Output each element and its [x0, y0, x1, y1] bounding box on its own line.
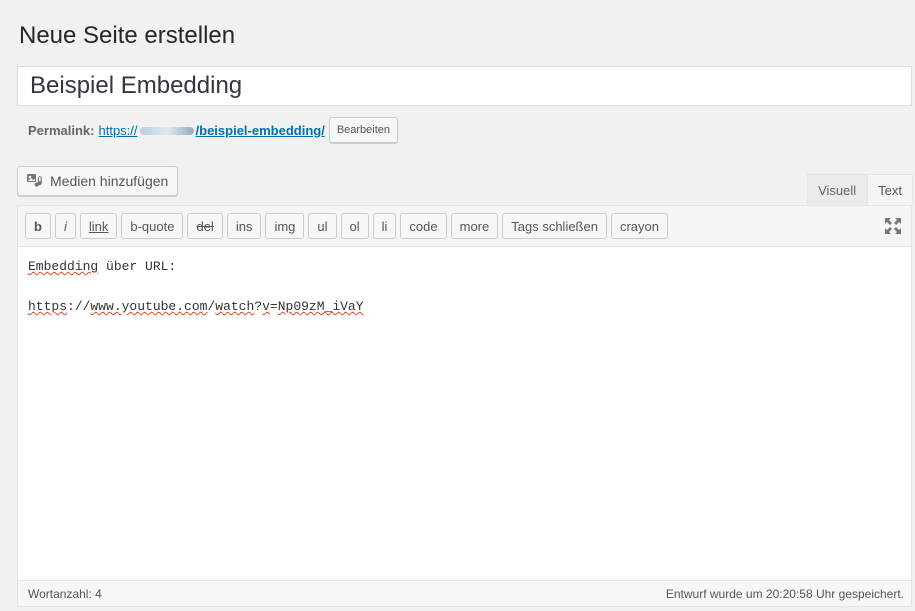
qt-li-button[interactable]: li [372, 213, 397, 239]
editor-line-1-rest: über URL: [98, 259, 177, 274]
permalink-label: Permalink: [28, 122, 95, 138]
editor-blank-line [28, 277, 901, 297]
autosave-status: Entwurf wurde um 20:20:58 Uhr gespeicher… [665, 586, 904, 601]
tab-visual[interactable]: Visuell [807, 174, 868, 205]
title-input[interactable]: Beispiel Embedding [17, 66, 912, 106]
permalink-prefix: https:// [98, 122, 138, 138]
editor-url-line: https://www.youtube.com/watch?v=Np09zM_i… [28, 297, 901, 317]
permalink-edit-button[interactable]: Bearbeiten [328, 117, 399, 143]
qt-del-button[interactable]: del [187, 213, 223, 239]
qt-ol-button[interactable]: ol [340, 213, 369, 239]
qt-img-button[interactable]: img [265, 213, 305, 239]
qt-blockquote-button[interactable]: b-quote [121, 213, 184, 239]
add-media-button[interactable]: Medien hinzufügen [17, 166, 179, 196]
editor-line-1: Embedding über URL: [28, 257, 901, 277]
tab-text[interactable]: Text [867, 174, 913, 205]
url-segment: www.youtube.com [90, 299, 208, 314]
media-icon [26, 173, 44, 189]
qt-italic-button[interactable]: i [54, 213, 76, 239]
qt-link-button[interactable]: link [79, 213, 118, 239]
qt-crayon-button[interactable]: crayon [610, 213, 668, 239]
url-segment: ? [254, 299, 263, 314]
editor-textarea[interactable]: Embedding über URL: https://www.youtube.… [18, 247, 911, 327]
quicktags-toolbar: b i link b-quote del ins img ul ol li code more Tags… [18, 206, 911, 247]
page-title: Neue Seite erstellen [19, 22, 236, 49]
url-segment: https [28, 299, 68, 314]
qt-more-button[interactable]: more [450, 213, 499, 239]
permalink-row: Permalink: https:///beispiel-embedding/ … [28, 116, 399, 144]
editor-container: b i link b-quote del ins img ul ol li code more Tags… [17, 205, 912, 607]
word-count: Wortanzahl: 4 [28, 586, 102, 601]
url-segment: Np09zM_iVaY [277, 299, 364, 314]
url-segment: = [269, 299, 278, 314]
add-media-label: Medien hinzufügen [50, 173, 169, 189]
blurred-domain [139, 127, 194, 136]
permalink-slug: /beispiel-embedding/ [195, 122, 325, 138]
url-segment: v [262, 299, 270, 314]
url-segment: watch [215, 299, 255, 314]
qt-bold-button[interactable]: b [25, 213, 51, 239]
spellcheck-word: Embedding [28, 259, 99, 274]
fullscreen-icon[interactable] [883, 216, 903, 236]
url-segment: :// [67, 299, 91, 314]
editor-statusbar: Wortanzahl: 4 Entwurf wurde um 20:20:58 … [18, 580, 911, 606]
qt-ins-button[interactable]: ins [226, 213, 262, 239]
qt-close-tags-button[interactable]: Tags schließen [502, 213, 607, 239]
qt-code-button[interactable]: code [400, 213, 447, 239]
permalink-link[interactable]: https:// /beispiel-embedding/ [98, 123, 324, 138]
qt-ul-button[interactable]: ul [308, 213, 337, 239]
editor-tabs: Visuell Text [807, 174, 913, 205]
